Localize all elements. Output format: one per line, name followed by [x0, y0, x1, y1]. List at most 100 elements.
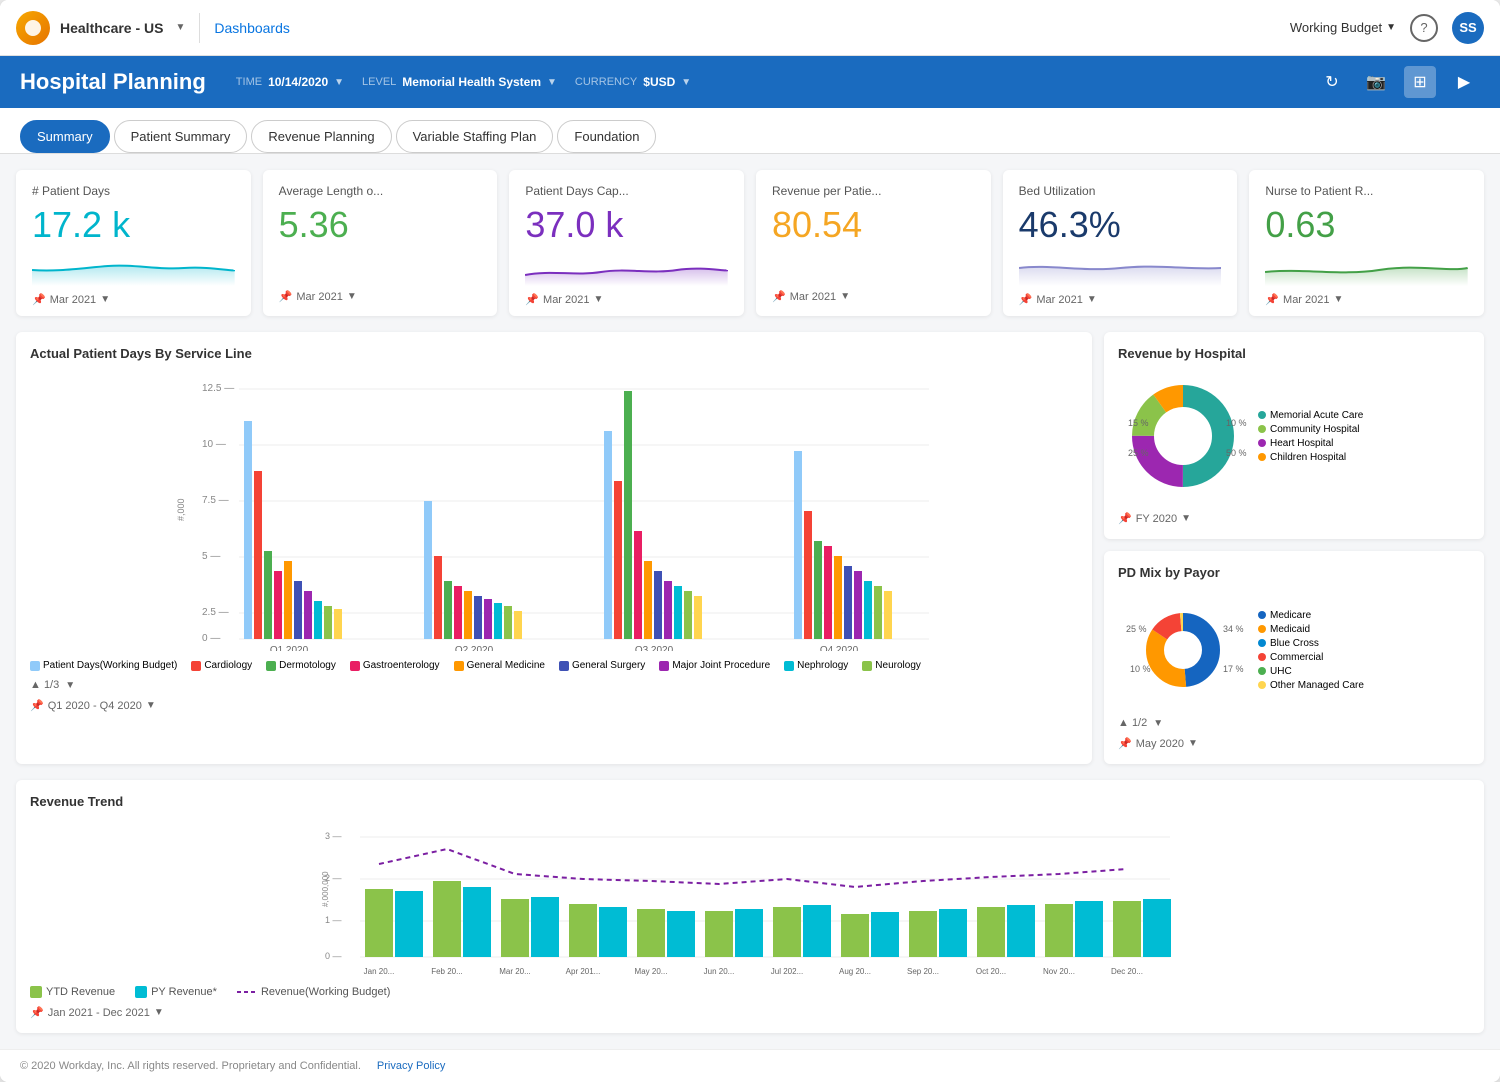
kpi-patient-days-cap-value: 37.0 k	[525, 204, 728, 246]
tab-patient-summary[interactable]: Patient Summary	[114, 120, 248, 153]
tab-summary[interactable]: Summary	[20, 120, 110, 153]
kpi-nurse-patient-ratio-chart	[1265, 250, 1468, 286]
legend-color-neurology	[862, 661, 872, 671]
kpi-nurse-patient-ratio-footer[interactable]: 📌 Mar 2021 ▼	[1265, 293, 1468, 306]
svg-text:10 %: 10 %	[1130, 664, 1151, 674]
bar-chart-title: Actual Patient Days By Service Line	[30, 346, 1078, 361]
svg-text:5 —: 5 —	[202, 551, 220, 562]
app-dropdown-arrow[interactable]: ▼	[175, 22, 185, 33]
refresh-button[interactable]: ↻	[1316, 66, 1348, 98]
legend-color-general-surgery	[559, 661, 569, 671]
svg-text:34 %: 34 %	[1223, 624, 1244, 634]
legend-ytd-color	[30, 986, 42, 998]
legend-cardiology: Cardiology	[191, 660, 252, 671]
app-name: Healthcare - US	[60, 20, 163, 36]
kpi-patient-days-value: 17.2 k	[32, 204, 235, 246]
kpi-bed-utilization-value: 46.3%	[1019, 204, 1222, 246]
svg-text:1 —: 1 —	[325, 915, 342, 925]
svg-text:May 20...: May 20...	[635, 967, 668, 976]
legend-dermotology: Dermotology	[266, 660, 336, 671]
legend-community-hospital: Community Hospital	[1258, 424, 1363, 435]
kpi-patient-days-cap: Patient Days Cap... 37.0 k 📌 Mar 2021 ▼	[509, 170, 744, 316]
kpi-nurse-patient-ratio: Nurse to Patient R... 0.63 📌 Mar 2021 ▼	[1249, 170, 1484, 316]
pd-mix-footer[interactable]: 📌 May 2020 ▼	[1118, 737, 1470, 750]
svg-text:Apr 201...: Apr 201...	[566, 967, 601, 976]
legend-commercial: Commercial	[1258, 652, 1364, 663]
legend-color-general-medicine	[454, 661, 464, 671]
grid-button[interactable]: ⊞	[1404, 66, 1436, 98]
legend-memorial-acute: Memorial Acute Care	[1258, 410, 1363, 421]
charts-area: Actual Patient Days By Service Line 12.5…	[0, 332, 1500, 780]
revenue-trend-section: Revenue Trend 3 — 2 — 1 — 0 — #,000,000	[0, 780, 1500, 1049]
dashboards-link[interactable]: Dashboards	[214, 20, 290, 36]
kpi-avg-length: Average Length o... 5.36 📌 Mar 2021 ▼	[263, 170, 498, 316]
legend-children-hospital: Children Hospital	[1258, 452, 1363, 463]
pd-mix-legend: Medicare Medicaid Blue Cross Commer	[1258, 610, 1364, 694]
kpi-nurse-patient-ratio-title: Nurse to Patient R...	[1265, 184, 1468, 198]
header-meta: TIME 10/14/2020 ▼ LEVEL Memorial Health …	[236, 75, 691, 89]
legend-major-joint: Major Joint Procedure	[659, 660, 770, 671]
nav-right: Working Budget ▼ ? SS	[1290, 12, 1484, 44]
working-budget-arrow: ▼	[1386, 22, 1396, 33]
time-dropdown-arrow: ▼	[334, 77, 344, 88]
currency-selector[interactable]: CURRENCY $USD ▼	[575, 75, 691, 89]
legend-neurology: Neurology	[862, 660, 921, 671]
workday-logo[interactable]	[16, 11, 50, 45]
legend-medicare: Medicare	[1258, 610, 1364, 621]
revenue-hospital-footer[interactable]: 📌 FY 2020 ▼	[1118, 512, 1470, 525]
level-selector[interactable]: LEVEL Memorial Health System ▼	[362, 75, 557, 89]
tab-revenue-planning[interactable]: Revenue Planning	[251, 120, 391, 153]
kpi-patient-days-chart	[32, 250, 235, 286]
working-budget-selector[interactable]: Working Budget ▼	[1290, 20, 1396, 35]
svg-text:#,000: #,000	[176, 498, 186, 521]
level-dropdown-arrow: ▼	[547, 77, 557, 88]
svg-text:Q1 2020: Q1 2020	[270, 645, 309, 651]
pd-mix-card: PD Mix by Payor 34 %	[1104, 551, 1484, 764]
kpi-revenue-per-patient: Revenue per Patie... 80.54 📌 Mar 2021 ▼	[756, 170, 991, 316]
kpi-row: # Patient Days 17.2 k 📌 Mar 2021 ▼ Avera…	[0, 154, 1500, 332]
legend-color-nephrology	[784, 661, 794, 671]
kpi-patient-days-footer[interactable]: 📌 Mar 2021 ▼	[32, 293, 235, 306]
svg-text:Jan 20...: Jan 20...	[364, 967, 395, 976]
kpi-patient-days-cap-title: Patient Days Cap...	[525, 184, 728, 198]
legend-py: PY Revenue*	[135, 986, 217, 998]
kpi-avg-length-footer[interactable]: 📌 Mar 2021 ▼	[279, 290, 482, 303]
kpi-bed-utilization: Bed Utilization 46.3% 📌 Mar 2021 ▼	[1003, 170, 1238, 316]
kpi-avg-length-value: 5.36	[279, 204, 482, 246]
revenue-trend-legend: YTD Revenue PY Revenue* Revenue(Working …	[30, 986, 1470, 998]
camera-button[interactable]: 📷	[1360, 66, 1392, 98]
svg-text:17 %: 17 %	[1223, 664, 1244, 674]
svg-text:Q4 2020: Q4 2020	[820, 645, 859, 651]
svg-text:Dec 20...: Dec 20...	[1111, 967, 1143, 976]
privacy-policy-link[interactable]: Privacy Policy	[377, 1060, 445, 1072]
kpi-revenue-per-patient-value: 80.54	[772, 204, 975, 246]
kpi-revenue-per-patient-title: Revenue per Patie...	[772, 184, 975, 198]
help-button[interactable]: ?	[1410, 14, 1438, 42]
tab-variable-staffing-plan[interactable]: Variable Staffing Plan	[396, 120, 554, 153]
header-bar: Hospital Planning TIME 10/14/2020 ▼ LEVE…	[0, 56, 1500, 108]
legend-other-managed: Other Managed Care	[1258, 680, 1364, 691]
pd-mix-chart-area: 34 % 17 % 25 % 10 % Medicare	[1118, 590, 1470, 713]
revenue-by-hospital-title: Revenue by Hospital	[1118, 346, 1470, 361]
tab-foundation[interactable]: Foundation	[557, 120, 656, 153]
revenue-by-hospital-chart-area: 10 % 15 % 50 % 25 % Memorial Acute Care	[1118, 371, 1470, 504]
revenue-trend-footer[interactable]: 📌 Jan 2021 - Dec 2021 ▼	[30, 1006, 1470, 1019]
top-nav: Healthcare - US ▼ Dashboards Working Bud…	[0, 0, 1500, 56]
pd-mix-pagination: ▲ 1/2 ▼	[1118, 717, 1470, 729]
kpi-bed-utilization-footer[interactable]: 📌 Mar 2021 ▼	[1019, 293, 1222, 306]
svg-text:10 %: 10 %	[1226, 418, 1247, 428]
video-button[interactable]: ▶	[1448, 66, 1480, 98]
revenue-donut-container: 10 % 15 % 50 % 25 %	[1118, 371, 1248, 504]
svg-text:Q3 2020: Q3 2020	[635, 645, 674, 651]
time-selector[interactable]: TIME 10/14/2020 ▼	[236, 75, 344, 89]
user-avatar[interactable]: SS	[1452, 12, 1484, 44]
kpi-nurse-patient-ratio-value: 0.63	[1265, 204, 1468, 246]
legend-color-major-joint	[659, 661, 669, 671]
legend-color-working-budget	[30, 661, 40, 671]
kpi-patient-days-cap-footer[interactable]: 📌 Mar 2021 ▼	[525, 293, 728, 306]
kpi-revenue-per-patient-footer[interactable]: 📌 Mar 2021 ▼	[772, 290, 975, 303]
right-column: Revenue by Hospital	[1104, 332, 1484, 764]
revenue-donut-svg: 10 % 15 % 50 % 25 %	[1118, 371, 1248, 501]
legend-budget-icon	[237, 986, 257, 998]
bar-chart-footer[interactable]: 📌 Q1 2020 - Q4 2020 ▼	[30, 699, 1078, 712]
